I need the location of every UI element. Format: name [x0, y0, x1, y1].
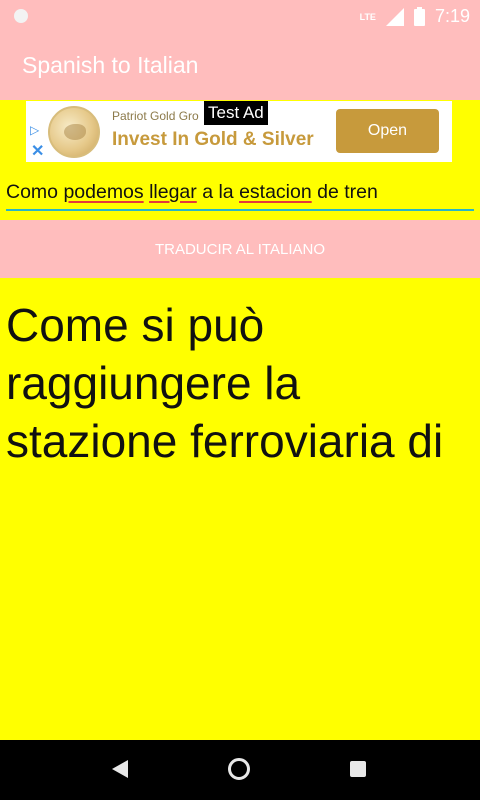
input-word[interactable]: de tren [312, 181, 378, 203]
spanish-input-field[interactable]: Como podemos llegar a la estacion de tre… [0, 162, 480, 220]
adchoices-icon[interactable]: ▷ [30, 123, 44, 137]
ad-advertiser: Patriot Gold Gro [112, 109, 199, 123]
back-icon[interactable] [112, 760, 128, 778]
misspelled-word[interactable]: estacion [239, 181, 312, 203]
close-icon[interactable]: ✕ [31, 141, 44, 161]
recents-icon[interactable] [350, 761, 366, 777]
misspelled-word[interactable]: podemos [63, 181, 143, 203]
status-bar: LTE 7:19 [0, 0, 480, 32]
translate-button[interactable]: TRADUCIR AL ITALIANO [0, 220, 480, 278]
ad-open-button[interactable]: Open [336, 109, 439, 153]
input-word[interactable]: Como [6, 181, 63, 203]
ad-headline[interactable]: Invest In Gold & Silver [112, 129, 314, 151]
signal-icon [385, 7, 404, 26]
network-type: LTE [359, 11, 376, 22]
spanish-input-text[interactable]: Como podemos llegar a la estacion de tre… [6, 181, 378, 204]
input-underline [6, 209, 474, 211]
ad-logo-eagle-icon [48, 106, 100, 158]
notification-dot-icon [14, 9, 28, 23]
status-time: 7:19 [434, 6, 470, 26]
app-bar: Spanish to Italian [0, 32, 480, 100]
input-word[interactable]: a la [197, 181, 239, 203]
status-right: LTE 7:19 [360, 6, 470, 27]
home-icon[interactable] [228, 758, 250, 780]
test-ad-label: Test Ad [204, 101, 268, 125]
translation-result: Come si può raggiungere la stazione ferr… [6, 299, 444, 467]
battery-icon [413, 7, 425, 26]
misspelled-word[interactable]: llegar [149, 181, 197, 203]
app-title: Spanish to Italian [22, 52, 199, 78]
